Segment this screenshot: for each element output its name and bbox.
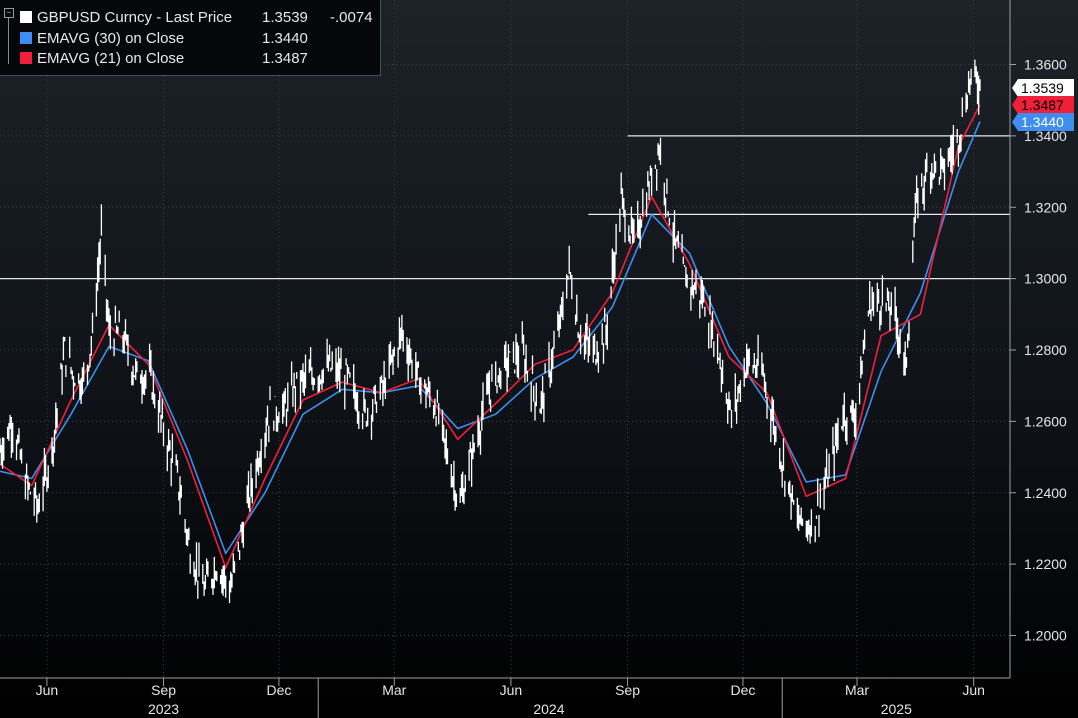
legend-change-price: -.0074 [330, 9, 373, 26]
y-tick-label: 1.2000 [1024, 628, 1067, 644]
ema30-line [0, 121, 981, 556]
ema21-line [0, 104, 981, 570]
legend-label-price: GBPUSD Curncy - Last Price [37, 9, 233, 26]
legend-value-ema30: 1.3440 [262, 30, 308, 47]
price-bars [0, 59, 981, 604]
legend-label-ema21: EMAVG (21) on Close [37, 50, 185, 67]
x-tick-label: Jun [962, 682, 985, 698]
price-tag: 1.3539 [1012, 79, 1074, 97]
price-chart: 1.36001.34001.32001.30001.28001.26001.24… [0, 0, 1074, 718]
year-label: 2025 [881, 701, 912, 717]
x-tick-label: Dec [266, 682, 291, 698]
chart-window: 1.3600 1.3400 1.3200 1.3000 1.2800 1.2600 1.24… [0, 0, 1078, 718]
y-tick-label: 1.2600 [1024, 413, 1067, 429]
legend-box[interactable]: − GBPUSD Curncy - Last Price 1.3539 -.00… [0, 0, 381, 76]
x-tick-label: Sep [615, 682, 640, 698]
y-tick-label: 1.3600 [1024, 57, 1067, 73]
legend-value-ema21: 1.3487 [262, 50, 308, 67]
legend-value-price: 1.3539 [262, 9, 308, 26]
legend-item-ema21[interactable]: EMAVG (21) on Close 1.3487 [20, 49, 308, 69]
tag-label: 1.3487 [1021, 97, 1064, 113]
collapse-icon[interactable]: − [4, 8, 14, 18]
legend-label-ema30: EMAVG (30) on Close [37, 30, 185, 47]
x-tick-label: Mar [382, 682, 406, 698]
year-label: 2023 [148, 701, 179, 717]
x-tick-label: Jun [500, 682, 523, 698]
x-tick-label: Mar [845, 682, 869, 698]
ema21-tag: 1.3487 [1012, 96, 1074, 114]
legend-swatch-ema21 [20, 52, 32, 64]
y-tick-label: 1.3000 [1024, 271, 1067, 287]
legend-stem [8, 18, 9, 64]
y-tick-label: 1.3200 [1024, 199, 1067, 215]
x-tick-label: Dec [730, 682, 755, 698]
tag-label: 1.3539 [1021, 80, 1064, 96]
tag-label: 1.3440 [1021, 114, 1064, 130]
y-tick-label: 1.2200 [1024, 556, 1067, 572]
year-label: 2024 [533, 701, 564, 717]
legend-swatch-price [20, 11, 32, 23]
y-tick-label: 1.2800 [1024, 342, 1067, 358]
ema30-tag: 1.3440 [1012, 113, 1074, 131]
x-tick-label: Sep [151, 682, 176, 698]
legend-item-price[interactable]: GBPUSD Curncy - Last Price 1.3539 -.0074 [20, 8, 373, 28]
legend-item-ema30[interactable]: EMAVG (30) on Close 1.3440 [20, 29, 308, 49]
legend-swatch-ema30 [20, 32, 32, 44]
x-tick-label: Jun [36, 682, 59, 698]
y-tick-label: 1.2400 [1024, 485, 1067, 501]
